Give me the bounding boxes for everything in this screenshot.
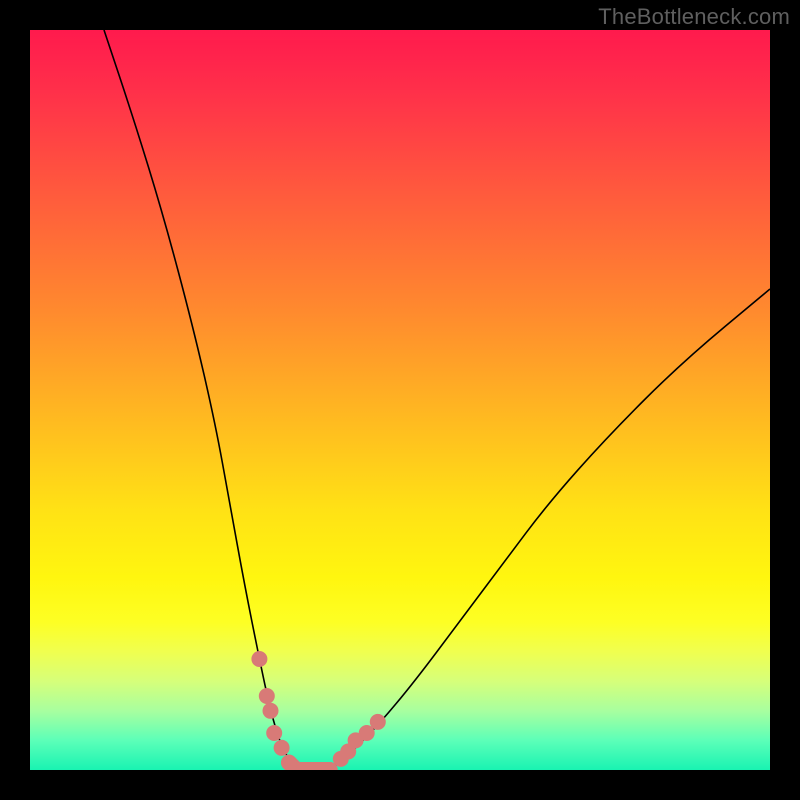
bottleneck-curve bbox=[104, 30, 770, 770]
chart-svg bbox=[30, 30, 770, 770]
marker-group bbox=[251, 651, 385, 770]
marker-point bbox=[259, 688, 275, 704]
watermark-text: TheBottleneck.com bbox=[598, 4, 790, 30]
chart-frame: TheBottleneck.com bbox=[0, 0, 800, 800]
marker-point bbox=[370, 714, 386, 730]
marker-point bbox=[274, 740, 290, 756]
marker-point bbox=[263, 703, 279, 719]
plot-area bbox=[30, 30, 770, 770]
marker-point bbox=[251, 651, 267, 667]
marker-point bbox=[266, 725, 282, 741]
